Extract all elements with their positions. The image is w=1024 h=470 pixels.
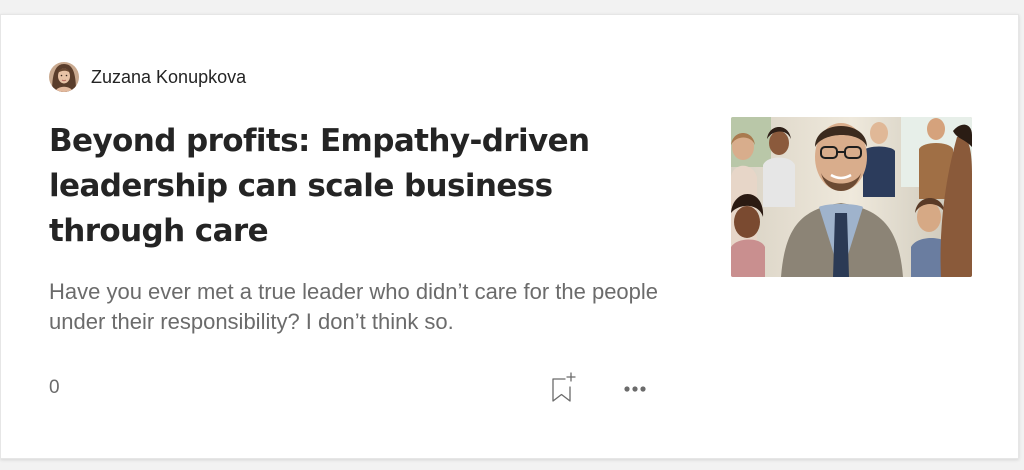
author-row[interactable]: Zuzana Konupkova bbox=[49, 62, 246, 92]
author-name[interactable]: Zuzana Konupkova bbox=[91, 67, 246, 88]
article-subtitle[interactable]: Have you ever met a true leader who didn… bbox=[49, 277, 669, 337]
bookmark-add-icon[interactable] bbox=[549, 372, 579, 404]
avatar[interactable] bbox=[49, 62, 79, 92]
more-horizontal-icon[interactable] bbox=[621, 379, 651, 399]
clap-count: 0 bbox=[49, 377, 60, 398]
article-title[interactable]: Beyond profits: Empathy-driven leadershi… bbox=[49, 119, 609, 254]
article-thumbnail[interactable] bbox=[731, 117, 972, 277]
article-card[interactable]: Zuzana Konupkova Beyond profits: Empathy… bbox=[0, 14, 1019, 459]
